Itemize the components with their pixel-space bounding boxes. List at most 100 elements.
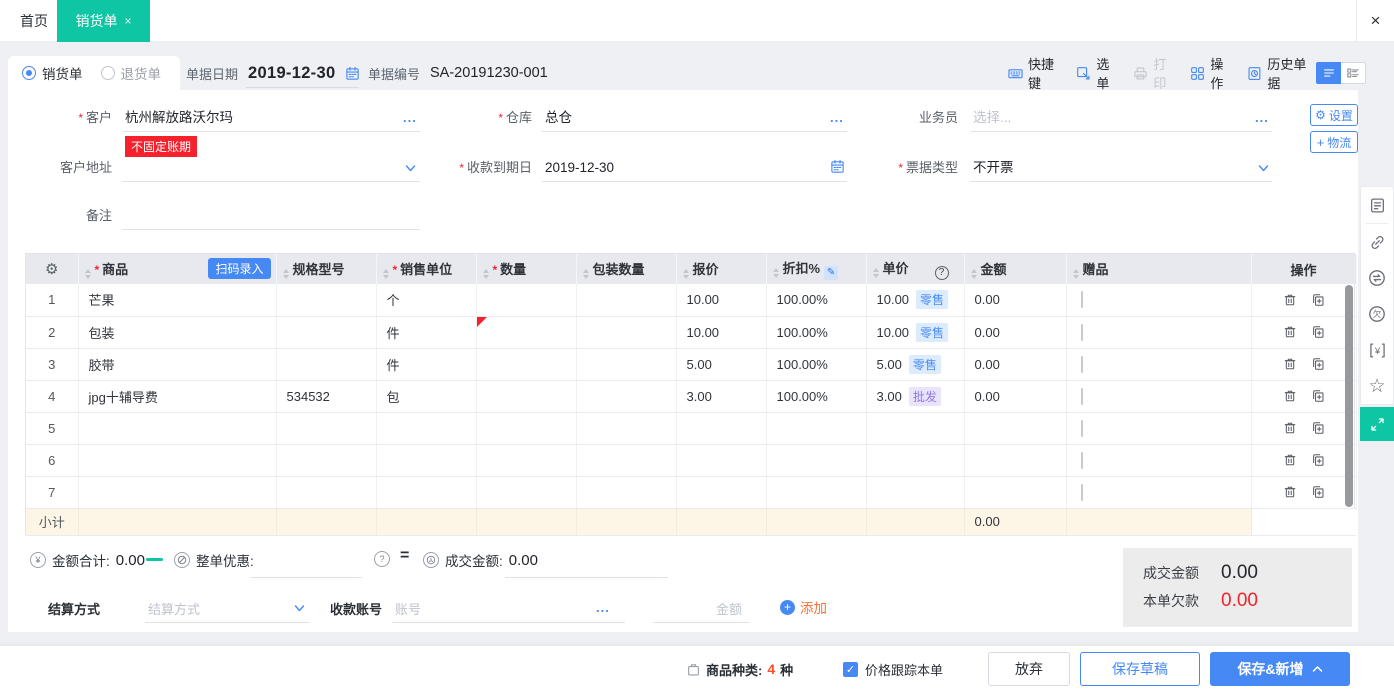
cell-quote[interactable]: 5.00	[676, 348, 766, 380]
cell-price[interactable]: 3.00批发	[866, 380, 964, 412]
cell-unit[interactable]	[376, 476, 476, 508]
cell-product[interactable]: jpg十辅导费	[78, 380, 276, 412]
cell-price[interactable]: 5.00零售	[866, 348, 964, 380]
window-close-button[interactable]: ×	[1356, 0, 1394, 41]
cell-amount[interactable]: 0.00	[964, 348, 1066, 380]
trash-icon[interactable]	[1283, 453, 1297, 467]
expand-button[interactable]	[1360, 407, 1394, 441]
copy-row-icon[interactable]	[1311, 389, 1325, 403]
cell-quote[interactable]: 10.00	[676, 284, 766, 316]
cell-pack-qty[interactable]	[576, 476, 676, 508]
copy-row-icon[interactable]	[1311, 453, 1325, 467]
cell-qty[interactable]	[476, 412, 576, 444]
sort-icon[interactable]	[773, 268, 779, 278]
trash-icon[interactable]	[1283, 357, 1297, 371]
cell-unit[interactable]: 件	[376, 348, 476, 380]
receive-account-placeholder[interactable]: 账号	[395, 599, 421, 618]
copy-row-icon[interactable]	[1311, 421, 1325, 435]
price-track-checkbox[interactable]: ✓ 价格跟踪本单	[843, 646, 943, 691]
rail-item-note[interactable]	[1361, 187, 1393, 223]
doc-date-value[interactable]: 2019-12-30	[248, 64, 335, 83]
cell-qty[interactable]	[476, 284, 576, 316]
cell-spec[interactable]	[276, 444, 376, 476]
cell-price[interactable]	[866, 444, 964, 476]
rail-item-transfer[interactable]	[1361, 260, 1393, 296]
save-draft-button[interactable]: 保存草稿	[1080, 652, 1200, 686]
address-chevron-down-icon[interactable]	[404, 162, 417, 175]
settings-button[interactable]: ⚙设置	[1310, 104, 1358, 126]
gift-checkbox[interactable]	[1081, 388, 1083, 405]
tab-home[interactable]: 首页	[12, 0, 56, 42]
cell-quote[interactable]	[676, 476, 766, 508]
sort-icon[interactable]	[583, 269, 589, 279]
cell-pack-qty[interactable]	[576, 444, 676, 476]
cell-unit[interactable]	[376, 444, 476, 476]
trash-icon[interactable]	[1283, 389, 1297, 403]
cell-unit[interactable]: 个	[376, 284, 476, 316]
sort-icon[interactable]	[971, 269, 977, 279]
cell-amount[interactable]: 0.00	[964, 316, 1066, 348]
rail-item-star[interactable]: ☆	[1361, 368, 1393, 404]
settle-method-placeholder[interactable]: 结算方式	[148, 599, 200, 618]
price-type-tag[interactable]: 批发	[909, 387, 941, 406]
radio-return-order[interactable]: 退货单	[101, 63, 162, 83]
cell-qty[interactable]	[476, 476, 576, 508]
toolbar-action-shortcut[interactable]: 快捷键	[1008, 54, 1059, 92]
cell-quote[interactable]: 3.00	[676, 380, 766, 412]
cell-product[interactable]: 胶带	[78, 348, 276, 380]
cell-price[interactable]	[866, 412, 964, 444]
due-date-value[interactable]: 2019-12-30	[545, 154, 614, 182]
copy-row-icon[interactable]	[1311, 357, 1325, 371]
cell-discount[interactable]	[766, 444, 866, 476]
copy-row-icon[interactable]	[1311, 485, 1325, 499]
cell-unit[interactable]	[376, 412, 476, 444]
due-date-calendar-icon[interactable]	[830, 159, 845, 174]
help-circle-icon[interactable]: ?	[374, 551, 390, 567]
salesman-placeholder[interactable]: 选择...	[973, 104, 1011, 132]
view-list-button[interactable]	[1316, 62, 1341, 84]
pay-amount-placeholder[interactable]: 金额	[716, 599, 742, 618]
view-card-button[interactable]	[1341, 62, 1366, 84]
cell-product[interactable]: 包装	[78, 316, 276, 348]
gift-checkbox[interactable]	[1081, 484, 1083, 501]
settle-method-chevron-down-icon[interactable]	[293, 602, 306, 615]
cell-amount[interactable]	[964, 412, 1066, 444]
cell-pack-qty[interactable]	[576, 348, 676, 380]
cell-quote[interactable]	[676, 412, 766, 444]
gift-checkbox[interactable]	[1081, 324, 1083, 341]
gift-checkbox[interactable]	[1081, 420, 1083, 437]
tab-close-icon[interactable]: ×	[124, 14, 131, 28]
cell-pack-qty[interactable]	[576, 316, 676, 348]
cell-qty[interactable]	[476, 316, 576, 348]
warehouse-value[interactable]: 总仓	[545, 104, 572, 132]
sort-icon[interactable]	[383, 269, 389, 279]
sort-icon[interactable]	[873, 268, 879, 278]
rail-item-money[interactable]: ¥	[1361, 332, 1393, 368]
gift-checkbox[interactable]	[1081, 356, 1083, 373]
toolbar-action-operate[interactable]: 操作	[1190, 54, 1230, 92]
cell-product[interactable]	[78, 412, 276, 444]
order-discount-input[interactable]	[250, 577, 362, 578]
radio-sales-order[interactable]: 销货单	[22, 63, 83, 83]
cell-spec[interactable]: 534532	[276, 380, 376, 412]
cell-spec[interactable]	[276, 412, 376, 444]
cell-discount[interactable]: 100.00%	[766, 316, 866, 348]
cell-qty[interactable]	[476, 380, 576, 412]
cell-pack-qty[interactable]	[576, 284, 676, 316]
toolbar-action-history[interactable]: 历史单据	[1247, 54, 1310, 92]
table-vertical-scrollbar[interactable]	[1345, 285, 1353, 507]
cell-discount[interactable]: 100.00%	[766, 348, 866, 380]
bill-type-value[interactable]: 不开票	[973, 154, 1014, 182]
cell-qty[interactable]	[476, 444, 576, 476]
trash-icon[interactable]	[1283, 293, 1297, 307]
edit-discount-icon[interactable]: ✎	[824, 266, 838, 280]
salesman-picker-ellipsis-icon[interactable]: ...	[1255, 104, 1269, 132]
warehouse-picker-ellipsis-icon[interactable]: ...	[830, 104, 844, 132]
sort-icon[interactable]	[1073, 269, 1079, 279]
logistics-button[interactable]: +物流	[1310, 131, 1358, 153]
scan-input-button[interactable]: 扫码录入	[208, 258, 270, 279]
cell-qty[interactable]	[476, 348, 576, 380]
customer-value[interactable]: 杭州解放路沃尔玛	[125, 104, 233, 132]
sort-icon[interactable]	[483, 269, 489, 279]
add-payment-button[interactable]: + 添加	[780, 597, 827, 617]
